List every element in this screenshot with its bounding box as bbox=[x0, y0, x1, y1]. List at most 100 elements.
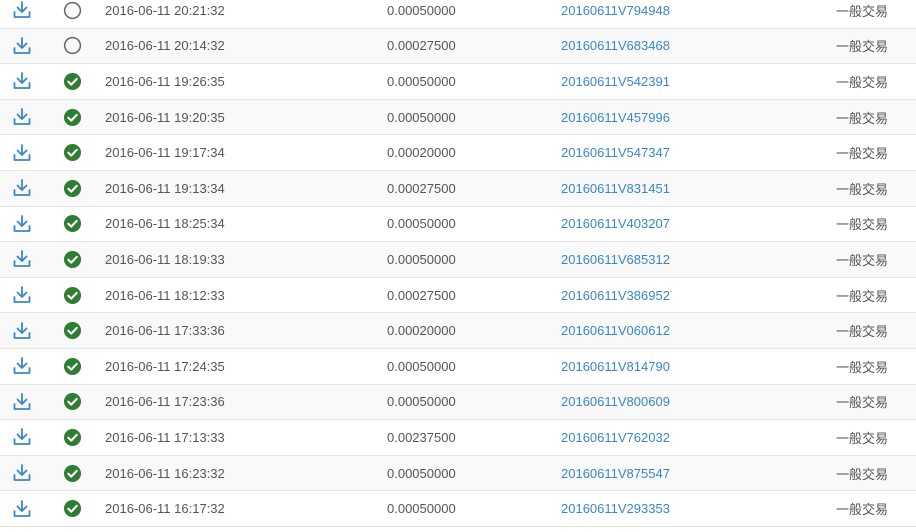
transaction-type: 一般交易 bbox=[836, 74, 889, 90]
transaction-type: 一般交易 bbox=[836, 3, 889, 19]
transaction-time: 2016-06-11 17:24:35 bbox=[105, 358, 225, 374]
download-icon[interactable] bbox=[12, 71, 32, 91]
transaction-amount: 0.00050000 bbox=[387, 394, 456, 410]
download-icon[interactable] bbox=[12, 0, 32, 20]
transaction-amount: 0.00027500 bbox=[387, 287, 456, 303]
transaction-id-link[interactable]: 20160611V762032 bbox=[561, 430, 670, 445]
transaction-id-link[interactable]: 20160611V800609 bbox=[561, 394, 670, 409]
transaction-table: 2016-06-11 20:21:32 0.00050000 20160611V… bbox=[0, 0, 916, 527]
table-row: 2016-06-11 16:23:32 0.00050000 20160611V… bbox=[0, 455, 916, 492]
transaction-type: 一般交易 bbox=[836, 502, 889, 518]
check-circle-icon bbox=[63, 143, 82, 162]
table-row: 2016-06-11 16:17:32 0.00050000 20160611V… bbox=[0, 491, 916, 527]
transaction-id-link[interactable]: 20160611V547347 bbox=[561, 145, 670, 160]
transaction-id-link[interactable]: 20160611V386952 bbox=[561, 288, 670, 303]
transaction-time: 2016-06-11 17:23:36 bbox=[105, 394, 225, 410]
transaction-type: 一般交易 bbox=[836, 146, 889, 162]
download-icon[interactable] bbox=[12, 178, 32, 198]
download-icon[interactable] bbox=[12, 107, 32, 127]
table-row: 2016-06-11 19:20:35 0.00050000 20160611V… bbox=[0, 99, 916, 136]
transaction-time: 2016-06-11 18:19:33 bbox=[105, 251, 225, 267]
download-icon[interactable] bbox=[12, 143, 32, 163]
transaction-type: 一般交易 bbox=[836, 39, 889, 55]
transaction-amount: 0.00050000 bbox=[387, 358, 456, 374]
transaction-id-link[interactable]: 20160611V875547 bbox=[561, 466, 670, 481]
table-row: 2016-06-11 17:13:33 0.00237500 20160611V… bbox=[0, 420, 916, 456]
transaction-id-link[interactable]: 20160611V831451 bbox=[561, 181, 670, 196]
transaction-id-link[interactable]: 20160611V403207 bbox=[561, 216, 670, 231]
table-row: 2016-06-11 17:24:35 0.00050000 20160611V… bbox=[0, 348, 916, 385]
check-circle-icon bbox=[63, 428, 82, 447]
check-circle-icon bbox=[63, 499, 82, 518]
transaction-amount: 0.00050000 bbox=[387, 501, 456, 517]
table-row: 2016-06-11 19:13:34 0.00027500 20160611V… bbox=[0, 170, 916, 207]
table-row: 2016-06-11 20:14:32 0.00027500 20160611V… bbox=[0, 28, 916, 65]
download-icon[interactable] bbox=[12, 463, 32, 483]
transaction-type: 一般交易 bbox=[836, 430, 889, 446]
transaction-amount: 0.00050000 bbox=[387, 73, 456, 89]
transaction-time: 2016-06-11 16:17:32 bbox=[105, 501, 225, 517]
transaction-amount: 0.00050000 bbox=[387, 216, 456, 232]
transaction-amount: 0.00027500 bbox=[387, 180, 456, 196]
table-row: 2016-06-11 19:26:35 0.00050000 20160611V… bbox=[0, 64, 916, 100]
transaction-time: 2016-06-11 17:13:33 bbox=[105, 429, 225, 445]
transaction-type: 一般交易 bbox=[836, 252, 889, 268]
download-icon[interactable] bbox=[12, 499, 32, 519]
transaction-type: 一般交易 bbox=[836, 395, 889, 411]
transaction-type: 一般交易 bbox=[836, 217, 889, 233]
download-icon[interactable] bbox=[12, 321, 32, 341]
check-circle-icon bbox=[63, 321, 82, 340]
transaction-type: 一般交易 bbox=[836, 359, 889, 375]
table-row: 2016-06-11 19:17:34 0.00020000 20160611V… bbox=[0, 135, 916, 171]
transaction-time: 2016-06-11 20:14:32 bbox=[105, 38, 225, 54]
table-row: 2016-06-11 17:33:36 0.00020000 20160611V… bbox=[0, 313, 916, 349]
download-icon[interactable] bbox=[12, 285, 32, 305]
transaction-id-link[interactable]: 20160611V542391 bbox=[561, 74, 670, 89]
transaction-time: 2016-06-11 18:25:34 bbox=[105, 216, 225, 232]
transaction-time: 2016-06-11 19:13:34 bbox=[105, 180, 225, 196]
download-icon[interactable] bbox=[12, 427, 32, 447]
transaction-id-link[interactable]: 20160611V794948 bbox=[561, 3, 670, 18]
transaction-id-link[interactable]: 20160611V457996 bbox=[561, 110, 670, 125]
transaction-id-link[interactable]: 20160611V293353 bbox=[561, 501, 670, 516]
check-circle-icon bbox=[63, 179, 82, 198]
transaction-type: 一般交易 bbox=[836, 466, 889, 482]
transaction-type: 一般交易 bbox=[836, 181, 889, 197]
transaction-amount: 0.00237500 bbox=[387, 429, 456, 445]
check-circle-icon bbox=[63, 214, 82, 233]
table-row: 2016-06-11 17:23:36 0.00050000 20160611V… bbox=[0, 384, 916, 421]
transaction-time: 2016-06-11 19:17:34 bbox=[105, 145, 225, 161]
download-icon[interactable] bbox=[12, 249, 32, 269]
check-circle-icon bbox=[63, 464, 82, 483]
download-icon[interactable] bbox=[12, 36, 32, 56]
download-icon[interactable] bbox=[12, 392, 32, 412]
check-circle-icon bbox=[63, 250, 82, 269]
table-row: 2016-06-11 20:21:32 0.00050000 20160611V… bbox=[0, 0, 916, 29]
download-icon[interactable] bbox=[12, 214, 32, 234]
transaction-amount: 0.00020000 bbox=[387, 145, 456, 161]
transaction-amount: 0.00020000 bbox=[387, 323, 456, 339]
check-circle-icon bbox=[63, 108, 82, 127]
check-circle-icon bbox=[63, 392, 82, 411]
transaction-id-link[interactable]: 20160611V683468 bbox=[561, 38, 670, 53]
transaction-type: 一般交易 bbox=[836, 110, 889, 126]
table-row: 2016-06-11 18:19:33 0.00050000 20160611V… bbox=[0, 242, 916, 278]
transaction-id-link[interactable]: 20160611V814790 bbox=[561, 359, 670, 374]
transaction-id-link[interactable]: 20160611V685312 bbox=[561, 252, 670, 267]
transaction-amount: 0.00050000 bbox=[387, 109, 456, 125]
transaction-type: 一般交易 bbox=[836, 288, 889, 304]
transaction-amount: 0.00050000 bbox=[387, 2, 456, 18]
transaction-id-link[interactable]: 20160611V060612 bbox=[561, 323, 670, 338]
transaction-time: 2016-06-11 16:23:32 bbox=[105, 465, 225, 481]
empty-circle-icon bbox=[63, 36, 82, 55]
table-row: 2016-06-11 18:12:33 0.00027500 20160611V… bbox=[0, 277, 916, 314]
table-row: 2016-06-11 18:25:34 0.00050000 20160611V… bbox=[0, 206, 916, 243]
check-circle-icon bbox=[63, 286, 82, 305]
transaction-amount: 0.00050000 bbox=[387, 465, 456, 481]
transaction-time: 2016-06-11 19:20:35 bbox=[105, 109, 225, 125]
download-icon[interactable] bbox=[12, 356, 32, 376]
transaction-time: 2016-06-11 17:33:36 bbox=[105, 323, 225, 339]
transaction-type: 一般交易 bbox=[836, 324, 889, 340]
transaction-time: 2016-06-11 19:26:35 bbox=[105, 73, 225, 89]
transaction-time: 2016-06-11 18:12:33 bbox=[105, 287, 225, 303]
